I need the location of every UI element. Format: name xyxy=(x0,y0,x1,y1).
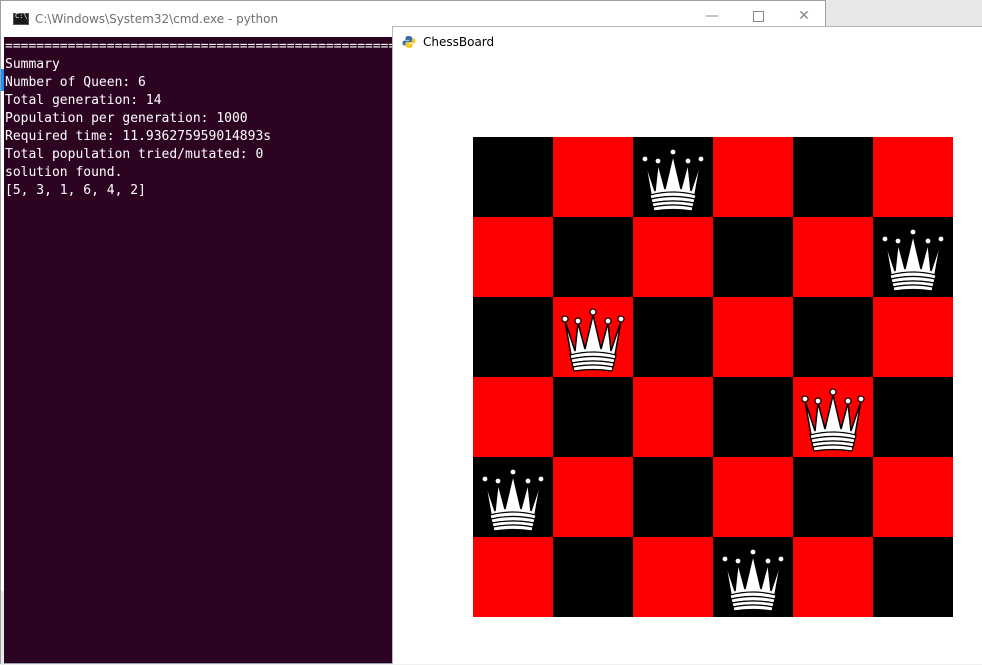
board-square xyxy=(553,457,633,537)
queen-icon xyxy=(481,468,545,532)
board-square xyxy=(793,297,873,377)
console-line: Total population tried/mutated: 0 xyxy=(5,147,264,162)
queen-icon xyxy=(721,548,785,612)
queen-icon xyxy=(641,148,705,212)
board-square xyxy=(553,297,633,377)
board-square xyxy=(473,377,553,457)
board-square xyxy=(793,217,873,297)
console-line: solution found. xyxy=(5,165,123,180)
board-square xyxy=(473,537,553,617)
chessboard-window-title: ChessBoard xyxy=(423,35,495,49)
console-line: Number of Queen: 6 xyxy=(5,75,146,90)
board-square xyxy=(793,377,873,457)
board-square xyxy=(473,217,553,297)
console-line: Population per generation: 1000 xyxy=(5,111,248,126)
board-square xyxy=(633,457,713,537)
board-square xyxy=(713,377,793,457)
board-square xyxy=(633,297,713,377)
board-square xyxy=(713,537,793,617)
board-square xyxy=(873,137,953,217)
board-square xyxy=(713,137,793,217)
console-line: Total generation: 14 xyxy=(5,93,162,108)
board-square xyxy=(633,377,713,457)
cmd-window-title: C:\Windows\System32\cmd.exe - python xyxy=(35,12,279,26)
board-square xyxy=(793,457,873,537)
board-square xyxy=(793,537,873,617)
console-left-accent xyxy=(1,69,4,91)
board-square xyxy=(873,377,953,457)
board-square xyxy=(713,297,793,377)
board-square xyxy=(633,217,713,297)
board-square xyxy=(553,217,633,297)
board-square xyxy=(873,217,953,297)
board-square xyxy=(633,137,713,217)
queen-icon xyxy=(561,308,625,372)
cmd-icon xyxy=(13,12,29,25)
chessboard-window[interactable]: ChessBoard xyxy=(392,26,982,664)
board-square xyxy=(473,297,553,377)
board-square xyxy=(553,137,633,217)
board-square xyxy=(473,137,553,217)
chessboard-titlebar[interactable]: ChessBoard xyxy=(393,27,982,57)
board-square xyxy=(873,297,953,377)
board-square xyxy=(553,537,633,617)
board-square xyxy=(793,137,873,217)
board-square xyxy=(713,217,793,297)
console-line: [5, 3, 1, 6, 4, 2] xyxy=(5,183,146,198)
board-square xyxy=(473,457,553,537)
python-icon xyxy=(402,35,416,49)
board-square xyxy=(553,377,633,457)
console-bottom-edge xyxy=(1,591,4,665)
board-square xyxy=(873,537,953,617)
console-separator: ========================================… xyxy=(5,39,394,54)
board-square xyxy=(633,537,713,617)
console-line: Summary xyxy=(5,57,60,72)
queen-icon xyxy=(801,388,865,452)
console-output[interactable]: ========================================… xyxy=(4,37,394,663)
board-square xyxy=(713,457,793,537)
console-line: Required time: 11.936275959014893s xyxy=(5,129,272,144)
maximize-icon xyxy=(752,10,764,22)
queen-icon xyxy=(881,228,945,292)
chess-board xyxy=(473,137,953,617)
board-square xyxy=(873,457,953,537)
